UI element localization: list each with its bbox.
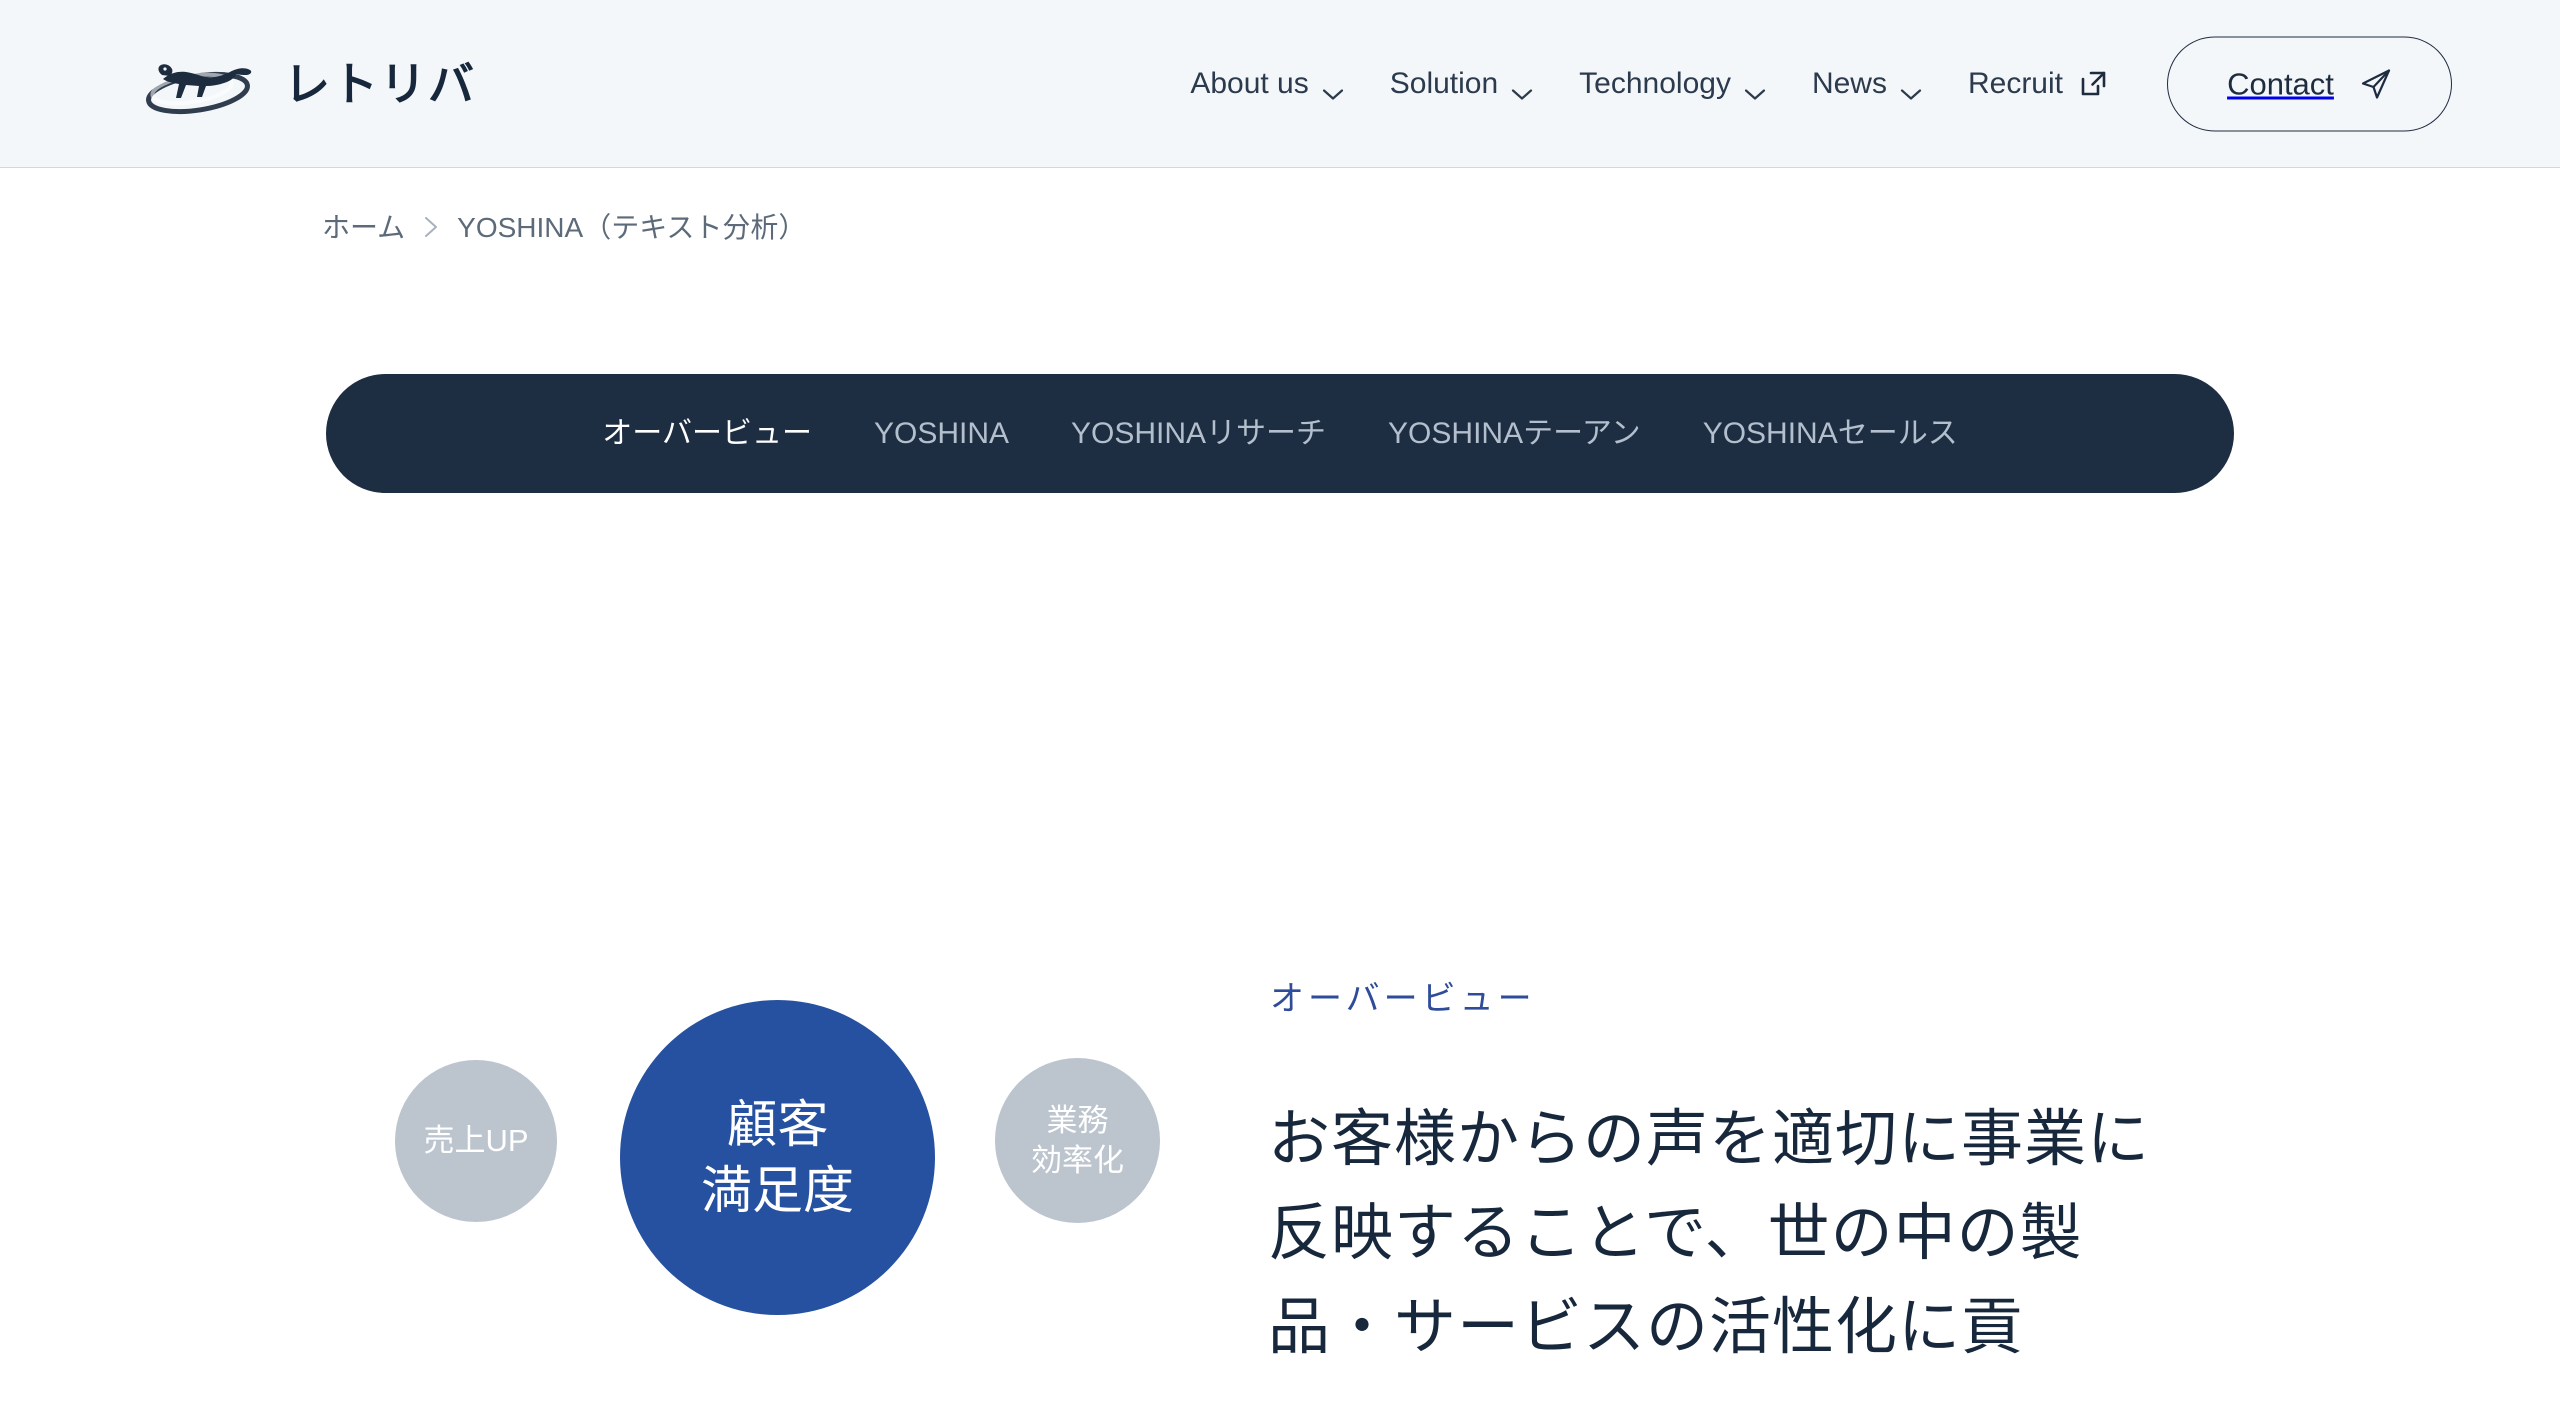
- product-tabbar: オーバービュー YOSHINA YOSHINAリサーチ YOSHINAテーアン …: [326, 374, 2234, 493]
- overview-eyebrow: オーバービュー: [1270, 980, 1536, 1018]
- chevron-right-icon: [423, 214, 439, 238]
- diagram-circle-customer-satisfaction: 顧客 満足度: [620, 1000, 935, 1315]
- chevron-down-icon: [1511, 77, 1533, 100]
- chevron-down-icon: [1900, 77, 1922, 100]
- overview-section: 売上UP 顧客 満足度 業務 効率化 オーバービュー お客様からの声を適切に事業…: [0, 940, 2560, 1405]
- paper-plane-icon: [2360, 68, 2392, 100]
- nav-item-label: Technology: [1579, 66, 1731, 100]
- nav-item-label: Recruit: [1967, 66, 2063, 100]
- diagram-circle-label: 売上UP: [423, 1123, 529, 1159]
- breadcrumb: ホーム YOSHINA（テキスト分析）: [322, 206, 806, 246]
- diagram-circle-sales-up: 売上UP: [395, 1060, 557, 1222]
- brand-logo-link[interactable]: レトリバ: [140, 53, 476, 115]
- customer-satisfaction-diagram: 売上UP 顧客 満足度 業務 効率化: [380, 1000, 1180, 1400]
- chevron-down-icon: [1744, 77, 1766, 100]
- diagram-circle-label: 顧客 満足度: [700, 1096, 854, 1219]
- nav-item-label: News: [1811, 66, 1887, 100]
- diagram-circle-operational-efficiency: 業務 効率化: [995, 1058, 1160, 1223]
- nav-item-news[interactable]: News: [1789, 66, 1945, 100]
- tab-overview[interactable]: オーバービュー: [571, 418, 843, 449]
- overview-heading: お客様からの声を適切に事業に反映することで、世の中の製品・サービスの活性化に貢: [1268, 1105, 2151, 1363]
- tab-yoshina-tean[interactable]: YOSHINAテーアン: [1357, 418, 1672, 449]
- nav-item-technology[interactable]: Technology: [1556, 66, 1789, 100]
- tab-yoshina-sales[interactable]: YOSHINAセールス: [1672, 418, 1989, 449]
- tab-yoshina-research[interactable]: YOSHINAリサーチ: [1040, 418, 1357, 449]
- main-navigation: About us Solution Technology News Recrui…: [1167, 66, 2130, 100]
- nav-item-label: About us: [1190, 66, 1309, 100]
- chevron-down-icon: [1322, 77, 1344, 100]
- breadcrumb-item-current: YOSHINA（テキスト分析）: [457, 212, 807, 243]
- nav-item-about-us[interactable]: About us: [1167, 66, 1366, 100]
- breadcrumb-item-home[interactable]: ホーム: [322, 206, 405, 246]
- contact-button[interactable]: Contact: [2167, 36, 2452, 131]
- site-header: レトリバ About us Solution Technology News R…: [0, 0, 2560, 168]
- nav-item-solution[interactable]: Solution: [1367, 66, 1556, 100]
- contact-button-label: Contact: [2227, 66, 2334, 101]
- tab-yoshina[interactable]: YOSHINA: [843, 418, 1040, 449]
- nav-item-recruit[interactable]: Recruit: [1945, 66, 2130, 100]
- diagram-circle-label: 業務 効率化: [1031, 1102, 1124, 1178]
- retriever-dog-orbit-logo-icon: [140, 53, 262, 115]
- external-link-icon: [2080, 70, 2107, 97]
- brand-name: レトリバ: [284, 57, 476, 110]
- nav-item-label: Solution: [1389, 66, 1499, 100]
